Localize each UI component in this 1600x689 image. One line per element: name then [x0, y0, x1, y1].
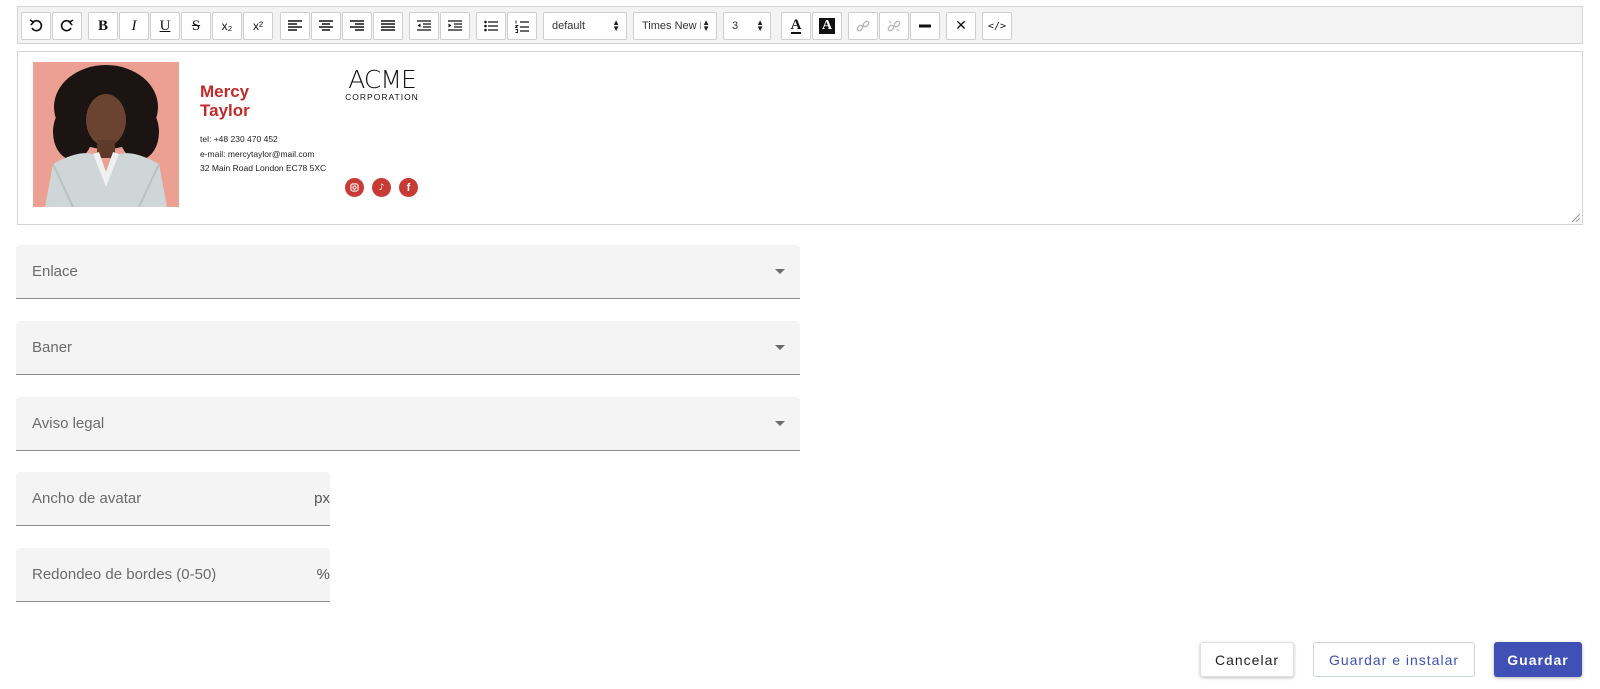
save-button[interactable]: Guardar	[1494, 642, 1582, 677]
bullet-list-button[interactable]	[476, 12, 506, 40]
avatar-photo	[33, 62, 179, 207]
avatar-image	[33, 62, 179, 207]
align-center-button[interactable]	[311, 12, 341, 40]
logo-main-text: ACME	[348, 65, 416, 94]
dropdown-caret-icon	[775, 421, 785, 426]
resize-handle-icon[interactable]	[1572, 214, 1580, 222]
text-color-icon: A	[790, 17, 802, 34]
legal-notice-select-label: Aviso legal	[32, 415, 105, 432]
unlink-button[interactable]	[879, 12, 909, 40]
border-radius-suffix: %	[316, 566, 330, 583]
bullet-list-icon	[484, 20, 498, 32]
superscript-icon: x²	[253, 19, 263, 33]
outdent-icon	[417, 20, 431, 31]
source-code-button[interactable]: </>	[982, 12, 1012, 40]
phone-line: tel: +48 230 470 452	[200, 134, 278, 144]
subscript-icon: x₂	[221, 19, 233, 33]
logo-sub-text: CORPORATION	[345, 92, 419, 102]
banner-select[interactable]: Baner	[16, 321, 800, 375]
cancel-button[interactable]: Cancelar	[1200, 642, 1294, 677]
link-button[interactable]	[848, 12, 878, 40]
code-icon: </>	[987, 20, 1007, 32]
save-and-install-button[interactable]: Guardar e instalar	[1313, 642, 1475, 677]
dropdown-caret-icon	[775, 269, 785, 274]
numbered-list-icon	[515, 20, 529, 33]
align-right-icon	[350, 20, 364, 31]
first-name: Mercy	[200, 82, 250, 101]
select-arrows-icon: ▲ ▼	[701, 18, 710, 33]
align-center-icon	[319, 20, 333, 31]
last-name: Taylor	[200, 101, 250, 120]
unlink-icon	[887, 20, 901, 32]
avatar-width-label: Ancho de avatar	[32, 490, 142, 507]
banner-select-label: Baner	[32, 339, 73, 356]
superscript-button[interactable]: x²	[243, 12, 273, 40]
company-logo: ACME CORPORATION	[342, 65, 422, 102]
indent-button[interactable]	[440, 12, 470, 40]
select-arrows-icon: ▲ ▼	[756, 18, 764, 33]
facebook-icon[interactable]: f	[399, 178, 418, 197]
redo-button[interactable]	[52, 12, 82, 40]
align-left-icon	[288, 20, 302, 31]
border-radius-label: Redondeo de bordes (0-50)	[32, 566, 217, 583]
editor-toolbar: B I U S x₂ x² default ▲ ▼ Times New R ▲ ▼ …	[17, 6, 1583, 44]
align-left-button[interactable]	[280, 12, 310, 40]
outdent-button[interactable]	[409, 12, 439, 40]
format-select[interactable]: default ▲ ▼	[543, 12, 627, 40]
dropdown-caret-icon	[775, 345, 785, 350]
background-color-button[interactable]: A	[812, 12, 842, 40]
strikethrough-button[interactable]: S	[181, 12, 211, 40]
avatar-width-suffix: px	[314, 490, 330, 507]
email-line: e-mail: mercytaylor@mail.com	[200, 149, 314, 159]
legal-notice-select[interactable]: Aviso legal	[16, 397, 800, 451]
avatar-width-input[interactable]: Ancho de avatar px	[16, 472, 330, 526]
email-value: mercytaylor@mail.com	[227, 149, 315, 159]
italic-icon: I	[131, 17, 137, 34]
close-icon: ✕	[955, 18, 967, 34]
redo-icon	[60, 19, 74, 32]
clear-format-button[interactable]: ✕	[946, 12, 976, 40]
subscript-button[interactable]: x₂	[212, 12, 242, 40]
address-line: 32 Main Road London EC78 5XC	[200, 163, 327, 173]
border-radius-input[interactable]: Redondeo de bordes (0-50) %	[16, 548, 330, 602]
bold-icon: B	[97, 17, 108, 34]
email-label: e-mail:	[200, 149, 226, 159]
bold-button[interactable]: B	[88, 12, 118, 40]
signature-editor[interactable]: Mercy Taylor tel: +48 230 470 452 e-mail…	[17, 51, 1583, 225]
numbered-list-button[interactable]	[507, 12, 537, 40]
phone-value: +48 230 470 452	[213, 134, 278, 144]
italic-button[interactable]: I	[119, 12, 149, 40]
undo-button[interactable]	[21, 12, 51, 40]
strikethrough-icon: S	[191, 17, 201, 34]
tiktok-icon[interactable]: ♪	[372, 178, 391, 197]
contact-name: Mercy Taylor	[200, 82, 250, 120]
font-family-select-value: Times New R	[642, 20, 708, 32]
text-color-button[interactable]: A	[781, 12, 811, 40]
link-select-label: Enlace	[32, 263, 78, 280]
indent-icon	[448, 20, 462, 31]
underline-button[interactable]: U	[150, 12, 180, 40]
select-arrows-icon: ▲ ▼	[612, 18, 620, 33]
link-icon	[856, 20, 870, 32]
underline-icon: U	[159, 17, 171, 34]
link-select[interactable]: Enlace	[16, 245, 800, 299]
horizontal-rule-icon	[919, 24, 931, 28]
align-justify-button[interactable]	[373, 12, 403, 40]
font-size-select[interactable]: 3 ▲ ▼	[723, 12, 771, 40]
format-select-value: default	[552, 20, 586, 32]
horizontal-rule-button[interactable]	[910, 12, 940, 40]
font-size-select-value: 3	[732, 20, 739, 32]
instagram-icon[interactable]	[345, 178, 364, 197]
undo-icon	[29, 19, 43, 32]
background-color-icon: A	[818, 18, 836, 34]
phone-label: tel:	[200, 134, 212, 144]
align-justify-icon	[381, 20, 395, 31]
font-family-select[interactable]: Times New R ▲ ▼	[633, 12, 717, 40]
align-right-button[interactable]	[342, 12, 372, 40]
